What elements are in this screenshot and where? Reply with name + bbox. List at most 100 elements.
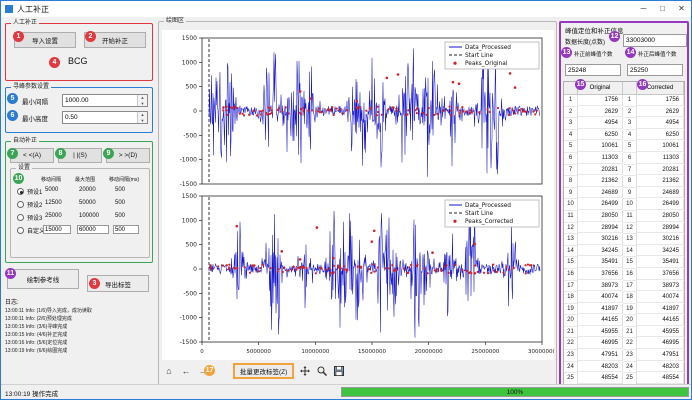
peaks-table[interactable]: OriginalCorrected11756117562262922629349… [563, 81, 685, 400]
original-value: 46995 [578, 338, 623, 349]
corrected-value: 24689 [637, 188, 684, 199]
back-icon[interactable]: ← [180, 364, 192, 378]
annotation-badge-16: 16 [637, 79, 648, 90]
preset-value[interactable]: 60000 [77, 225, 109, 234]
corrected-value: 26499 [637, 199, 684, 210]
svg-text:Data_Processed: Data_Processed [465, 45, 511, 51]
spinner-arrows-icon[interactable]: ▲▼ [137, 95, 147, 106]
min-interval-spinner[interactable]: 1000.00 ▲▼ [62, 94, 148, 107]
zoom-icon[interactable] [316, 364, 328, 378]
annotation-badge-8: 8 [55, 148, 66, 159]
preset-value: 100000 [79, 213, 99, 219]
corrected-value: 47951 [637, 350, 684, 361]
preset-radio-1[interactable] [17, 188, 24, 195]
annotation-badge-5: 5 [7, 93, 18, 104]
minimize-button[interactable]: ─ [634, 1, 653, 16]
original-value: 28994 [578, 223, 623, 234]
home-icon[interactable]: ⌂ [163, 364, 175, 378]
row-index: 13 [623, 234, 637, 246]
svg-text:Peaks_Original: Peaks_Original [465, 61, 508, 67]
corrected-value: 37656 [637, 269, 684, 280]
original-value: 37656 [578, 269, 623, 280]
min-height-label: 最小高度 [22, 113, 48, 123]
corrected-value: 35491 [637, 257, 684, 268]
signal-plot-corrected[interactable]: 150010005000-500-1000-150005000000100000… [162, 192, 554, 360]
preset-value[interactable]: 15000 [43, 225, 71, 234]
svg-text:-500: -500 [183, 132, 197, 139]
progress-bar: 100% [341, 387, 689, 397]
corrected-value: 4954 [637, 118, 684, 129]
row-index: 10 [623, 199, 637, 211]
row-index: 3 [564, 118, 578, 130]
annotation-badge-12: 12 [609, 31, 620, 42]
svg-text:Peaks_Corrected: Peaks_Corrected [465, 219, 513, 225]
original-value: 28050 [578, 211, 623, 222]
manual-group-title: 人工补正 [11, 19, 39, 27]
log-line: 13:00:15 Info: (4/6)补正完成 [5, 331, 155, 339]
svg-text:Start Line: Start Line [465, 53, 494, 59]
row-index: 4 [623, 130, 637, 142]
preset-value: 500 [115, 187, 125, 193]
original-value: 47951 [578, 350, 623, 361]
close-button[interactable]: ✕ [672, 1, 691, 16]
spinner-arrows-icon[interactable]: ▲▼ [137, 112, 147, 123]
peak-params-title: 寻峰参数设置 [11, 83, 51, 91]
row-index: 5 [623, 141, 637, 153]
plot-canvas[interactable]: 150010005000-500-1000-1500Data_Processed… [162, 30, 554, 360]
row-index: 5 [564, 141, 578, 153]
row-index: 11 [564, 211, 578, 223]
original-value: 38973 [578, 281, 623, 292]
annotation-badge-13: 13 [561, 47, 572, 58]
row-index: 6 [564, 153, 578, 165]
row-index: 14 [623, 246, 637, 258]
min-height-spinner[interactable]: 0.50 ▲▼ [62, 111, 148, 124]
before-count-label: 补正前峰值个数 [574, 50, 613, 58]
settings-title: 设置 [16, 164, 32, 172]
original-value: 30216 [578, 234, 623, 245]
before-count-value: 25248 [565, 64, 621, 76]
preset-label: 预设2 [27, 200, 42, 209]
annotation-badge-3: 3 [89, 278, 100, 289]
row-index: 10 [564, 199, 578, 211]
row-index: 16 [564, 269, 578, 281]
row-index: 8 [564, 176, 578, 188]
presets-settings-group: 设置 移动间隔 最大范围 移动间隔(ms) 预设1500020000500预设2… [10, 168, 150, 258]
corrected-value: 38973 [637, 281, 684, 292]
svg-text:1000: 1000 [182, 217, 197, 224]
corrected-value: 30216 [637, 234, 684, 245]
corrected-value: 28994 [637, 223, 684, 234]
row-index: 1 [623, 95, 637, 107]
corrected-value: 34245 [637, 246, 684, 257]
original-value: 1756 [578, 95, 623, 106]
preset-value[interactable]: 500 [113, 225, 139, 234]
svg-text:0: 0 [200, 349, 204, 355]
pan-icon[interactable] [299, 364, 311, 378]
row-index: 15 [623, 257, 637, 269]
preset-value: 20000 [79, 187, 96, 193]
preset-radio-4[interactable] [17, 227, 24, 234]
row-index: 18 [623, 292, 637, 304]
batch-edit-labels-button[interactable]: 批量更改标签(Z) [233, 363, 294, 379]
log-lines: 13:00:11 Info: (1/6)导入完成，成功读取13:00:11 In… [5, 307, 155, 355]
maximize-button[interactable]: □ [653, 1, 672, 16]
corrected-value: 48203 [637, 362, 684, 373]
svg-text:-1000: -1000 [180, 315, 198, 322]
save-icon[interactable] [333, 364, 345, 378]
preset-radio-2[interactable] [17, 201, 24, 208]
svg-text:-1500: -1500 [180, 181, 198, 188]
svg-text:25000000: 25000000 [471, 349, 499, 355]
draw-reference-button[interactable]: 绘制参考线 [7, 269, 79, 289]
corrected-value: 21362 [637, 176, 684, 187]
preset-value: 50000 [79, 200, 96, 206]
original-value: 6250 [578, 130, 623, 141]
signal-plot-original[interactable]: 150010005000-500-1000-1500Data_Processed… [162, 30, 554, 192]
log-line: 13:00:11 Info: (2/6)预处理完成 [5, 315, 155, 323]
row-index: 21 [564, 327, 578, 339]
svg-text:1500: 1500 [182, 35, 197, 42]
data-length-label: 数据长度(点数) [565, 37, 605, 46]
annotation-badge-9: 9 [103, 148, 114, 159]
preset-radio-3[interactable] [17, 214, 24, 221]
auto-group-title: 自动补正 [11, 137, 39, 145]
svg-text:1500: 1500 [182, 193, 197, 200]
row-index: 22 [623, 338, 637, 350]
